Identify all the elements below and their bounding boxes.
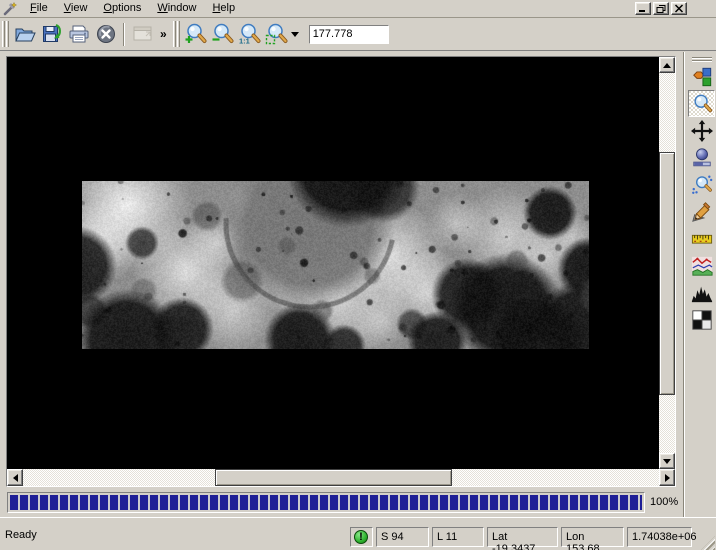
stretch-icon — [691, 147, 713, 169]
scroll-left-button[interactable] — [7, 469, 23, 486]
toolbar-separator — [123, 23, 125, 46]
resize-grip[interactable] — [701, 536, 715, 550]
zoom-fit-button[interactable] — [263, 21, 290, 48]
new-window-button-disabled[interactable] — [129, 21, 156, 48]
zoom-out-icon — [210, 22, 235, 46]
menu-bar: File View Options Window Help — [0, 0, 716, 18]
menu-options[interactable]: Options — [95, 1, 149, 16]
print-button[interactable] — [65, 21, 92, 48]
open-button[interactable] — [11, 21, 38, 48]
tool-plot[interactable] — [688, 252, 715, 279]
horizontal-scroll-thumb[interactable] — [215, 469, 452, 486]
toolbar-overflow-button[interactable]: » — [156, 27, 171, 41]
image-view-frame — [6, 56, 676, 487]
status-pixel-value: 1.74038e+06 — [627, 527, 692, 547]
scroll-down-button[interactable] — [659, 453, 675, 469]
progress-bar — [7, 492, 645, 513]
tool-edit[interactable] — [688, 198, 715, 225]
pencil-icon — [691, 201, 713, 223]
zoom-tool-icon — [691, 93, 713, 115]
pan-icon — [691, 120, 713, 142]
zoom-in-button[interactable] — [182, 21, 209, 48]
tool-stats[interactable] — [688, 306, 715, 333]
toolbar-handle-2[interactable] — [173, 21, 180, 47]
tool-pan[interactable] — [688, 117, 715, 144]
print-icon — [68, 23, 90, 45]
tool-band-selection[interactable] — [688, 63, 715, 90]
tool-zoom[interactable] — [688, 90, 715, 117]
progress-percent-label: 100% — [650, 492, 678, 513]
plot-icon — [691, 255, 713, 277]
application-window: File View Options Window Help — [0, 0, 716, 550]
vertical-scrollbar[interactable] — [659, 57, 675, 469]
restore-button[interactable] — [653, 2, 669, 15]
toolbar-handle[interactable] — [2, 21, 9, 47]
tool-histogram[interactable] — [688, 279, 715, 306]
surface-image[interactable] — [82, 181, 589, 349]
tool-sidebar — [687, 52, 716, 490]
svg-text:1:1: 1:1 — [239, 37, 250, 46]
menu-window[interactable]: Window — [149, 1, 204, 16]
down-arrow-icon — [663, 459, 671, 464]
tool-measure[interactable] — [688, 225, 715, 252]
save-icon — [41, 23, 63, 45]
status-latitude: Lat -19.3437 — [487, 527, 558, 547]
close-icon — [674, 4, 684, 13]
scroll-up-button[interactable] — [659, 57, 675, 73]
scroll-right-button[interactable] — [659, 469, 675, 486]
progress-bar-fill — [10, 495, 642, 510]
tool-find[interactable] — [688, 171, 715, 198]
find-icon — [691, 174, 713, 196]
stop-icon — [95, 23, 117, 45]
ruler-icon — [691, 228, 713, 250]
left-arrow-icon — [13, 474, 18, 482]
zoom-fit-dropdown-icon[interactable] — [291, 32, 299, 37]
zoom-scale-input[interactable] — [309, 25, 389, 44]
app-icon — [3, 2, 17, 16]
band-selection-icon — [691, 66, 713, 88]
minimize-icon — [638, 4, 648, 13]
open-folder-icon — [14, 23, 36, 45]
window-controls — [635, 2, 687, 15]
menu-help[interactable]: Help — [204, 1, 243, 16]
status-longitude: Lon 153.68 — [561, 527, 624, 547]
menu-file[interactable]: File — [22, 1, 56, 16]
zoom-out-button[interactable] — [209, 21, 236, 48]
minimize-button[interactable] — [635, 2, 651, 15]
status-bar: Ready ! S 94 L 11 Lat -19.3437 Lon 153.6… — [0, 517, 716, 550]
sidebar-separator — [683, 52, 685, 517]
image-viewport[interactable] — [7, 57, 659, 469]
zoom-actual-size-icon: 1:1 — [237, 22, 262, 46]
histogram-icon — [691, 282, 713, 304]
sidebar-handle[interactable] — [692, 56, 712, 62]
warning-icon: ! — [354, 530, 368, 544]
horizontal-scrollbar[interactable] — [7, 469, 675, 486]
up-arrow-icon — [663, 63, 671, 68]
new-window-icon — [131, 23, 155, 45]
menu-view[interactable]: View — [56, 1, 96, 16]
status-message: Ready — [5, 529, 37, 541]
restore-icon — [656, 4, 666, 13]
save-button[interactable] — [38, 21, 65, 48]
tool-stretch[interactable] — [688, 144, 715, 171]
stats-icon — [691, 309, 713, 331]
right-arrow-icon — [665, 474, 670, 482]
status-warning-panel: ! — [350, 527, 373, 547]
status-sample: S 94 — [376, 527, 429, 547]
close-button[interactable] — [671, 2, 687, 15]
vertical-scroll-thumb[interactable] — [659, 152, 675, 395]
main-toolbar: » — [0, 18, 716, 51]
status-line: L 11 — [432, 527, 484, 547]
stop-button[interactable] — [92, 21, 119, 48]
zoom-fit-icon — [264, 22, 289, 46]
zoom-in-icon — [183, 22, 208, 46]
zoom-actual-size-button[interactable]: 1:1 — [236, 21, 263, 48]
